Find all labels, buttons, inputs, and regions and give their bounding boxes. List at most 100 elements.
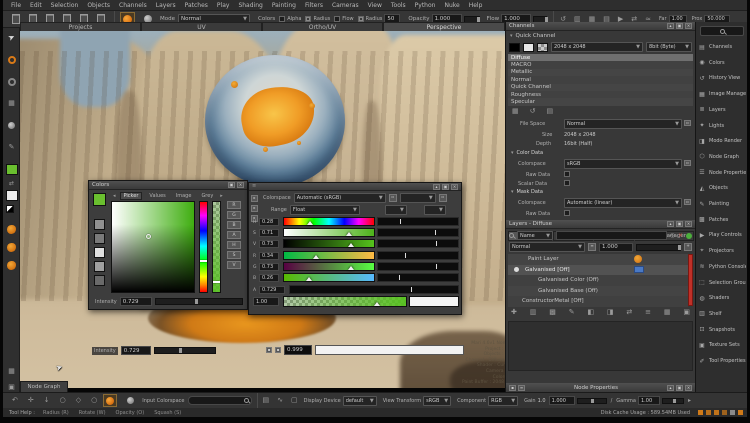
menu-patches[interactable]: Patches xyxy=(185,2,208,9)
merge-layer-icon[interactable]: ⇄ xyxy=(626,309,632,316)
active-brush-button[interactable] xyxy=(103,394,117,407)
v-field[interactable]: 0.73 xyxy=(259,240,279,248)
default-colors-icon[interactable] xyxy=(6,205,14,213)
channel-swatch-white[interactable] xyxy=(523,43,534,52)
close-icon[interactable]: × xyxy=(237,182,244,188)
paint-blob-icon-1[interactable] xyxy=(6,224,17,235)
floating-intensity-field[interactable]: 0.729 xyxy=(121,346,151,355)
close-icon[interactable]: × xyxy=(685,23,692,29)
colorspace-reset-icon[interactable]: ▫ xyxy=(439,194,447,202)
sidebar-item-tool-properties[interactable]: ✐Tool Properties xyxy=(698,354,746,368)
menu-play[interactable]: Play xyxy=(217,2,230,9)
layer-row-galvanised-color[interactable]: Galvanised Color (Off) xyxy=(508,275,688,286)
sidebar-item-selection-groups[interactable]: ⬚Selection Groups xyxy=(698,276,746,290)
h-slider[interactable] xyxy=(283,217,375,226)
adjustment-layer-icon[interactable]: ◨ xyxy=(607,309,614,316)
gamma-field[interactable]: 1.00 xyxy=(638,396,660,405)
layers-scrollbar[interactable] xyxy=(688,254,693,306)
blur-tool-icon[interactable] xyxy=(6,120,17,131)
file-space-dropdown[interactable]: Normal▼ xyxy=(564,119,682,129)
s-numeric-box[interactable] xyxy=(377,228,459,237)
display-device-dropdown[interactable]: default▼ xyxy=(343,396,377,406)
sidebar-item-node-graph[interactable]: ⬡Node Graph xyxy=(698,150,746,164)
sidebar-item-snapshots[interactable]: ⊡Snapshots xyxy=(698,323,746,337)
sidebar-item-lights[interactable]: ✦Lights xyxy=(698,119,746,133)
colors-palette-titlebar[interactable]: Colors ▣× xyxy=(89,181,247,190)
values-palette-titlebar[interactable]: ≡ ▴▣× xyxy=(249,183,461,191)
status-indicator-icon[interactable] xyxy=(698,410,703,415)
node-graph-tab[interactable]: Node Graph xyxy=(20,381,68,392)
swatch-value-field[interactable]: 1.00 xyxy=(253,297,279,306)
duplicate-layer-icon[interactable]: ▥ xyxy=(530,309,537,316)
add-layer-icon[interactable]: ✚ xyxy=(511,309,517,316)
layer-amount-slider[interactable] xyxy=(636,244,681,251)
saturation-value-picker[interactable] xyxy=(111,201,195,293)
paint-blob-icon-3[interactable] xyxy=(6,260,17,271)
layer-row-paint-layer[interactable]: Paint Layer xyxy=(508,254,688,265)
reset-display-icon[interactable]: ▸ xyxy=(688,398,691,404)
history-swatch[interactable] xyxy=(94,275,105,286)
blend-mode-dropdown[interactable]: Normal▼ xyxy=(509,242,585,252)
history-swatch[interactable] xyxy=(94,219,105,230)
curve-icon[interactable]: ∿ xyxy=(277,397,283,404)
sidebar-item-layers[interactable]: ≣Layers xyxy=(698,103,746,117)
close-icon[interactable]: × xyxy=(685,221,692,227)
channel-row-diffuse[interactable]: Diffuse xyxy=(508,54,693,61)
circle-tool-icon[interactable]: ○ xyxy=(60,397,66,404)
share-layer-icon[interactable]: ▦ xyxy=(664,309,671,316)
sidebar-item-shaders[interactable]: ◍Shaders xyxy=(698,291,746,305)
close-icon[interactable]: × xyxy=(685,385,692,391)
layer-row-galvanised-base[interactable]: Galvanised Base (Off) xyxy=(508,286,688,297)
input-colorspace-search[interactable] xyxy=(188,396,252,405)
sync-channel-icon[interactable]: ↺ xyxy=(530,108,536,115)
gamma-slider[interactable] xyxy=(662,398,684,404)
mask-layer-icon[interactable]: ◧ xyxy=(587,309,594,316)
float-icon[interactable]: ▴ xyxy=(667,385,674,391)
group-layer-icon[interactable]: ▩ xyxy=(549,309,556,316)
delete-layer-icon[interactable]: ▣ xyxy=(683,309,690,316)
transform-tool-icon[interactable] xyxy=(6,54,17,65)
sidebar-item-colors[interactable]: ◉Colors xyxy=(698,56,746,70)
colorspace-aux-dropdown[interactable]: ▼ xyxy=(400,193,436,203)
dock-icon[interactable]: ▣ xyxy=(676,23,683,29)
float-icon[interactable]: ▴ xyxy=(667,221,674,227)
side-button[interactable]: ▸ xyxy=(251,205,258,212)
channel-row-normal[interactable]: Normal xyxy=(508,76,693,83)
colorspace-dropdown[interactable]: Automatic (sRGB)▼ xyxy=(294,193,386,203)
menu-filters[interactable]: Filters xyxy=(305,2,323,9)
sidebar-item-projectors[interactable]: ⌖Projectors xyxy=(698,244,746,258)
component-r-button[interactable]: R xyxy=(227,201,241,209)
float-icon[interactable]: ▴ xyxy=(667,23,674,29)
tab-scroll-left-icon[interactable]: ◂ xyxy=(113,194,116,199)
floating-value-slider[interactable] xyxy=(315,345,464,355)
component-dropdown[interactable]: RGB▼ xyxy=(488,396,518,406)
menu-selection[interactable]: Selection xyxy=(51,2,79,9)
layer-row-constructormetal[interactable]: ConstructorMetal [Off] xyxy=(508,296,688,307)
b-numeric-box[interactable] xyxy=(377,273,459,282)
hue-slider[interactable] xyxy=(199,201,208,293)
close-icon[interactable]: × xyxy=(451,184,458,190)
range-dropdown[interactable]: Float▼ xyxy=(290,205,360,215)
colors-tab-image[interactable]: Image xyxy=(173,193,195,199)
quick-channel-row[interactable]: ▾ Quick Channel xyxy=(510,33,555,39)
remove-channel-icon[interactable]: ▤ xyxy=(547,108,554,115)
color-colorspace-dropdown[interactable]: sRGB▼ xyxy=(564,159,682,169)
history-swatch[interactable] xyxy=(94,261,105,272)
channel-depth-dropdown[interactable]: 8bit (Byte)▼ xyxy=(646,42,692,52)
component-a-button[interactable]: A xyxy=(227,231,241,239)
channel-row-macro[interactable]: MACRO xyxy=(508,61,693,68)
dock-icon[interactable]: ▣ xyxy=(676,385,683,391)
move-icon[interactable]: ✛ xyxy=(28,397,34,404)
r-numeric-box[interactable] xyxy=(377,251,459,260)
range-aux-dropdown[interactable]: ▼ xyxy=(385,205,407,215)
swap-colors-icon[interactable]: ⇄ xyxy=(6,178,17,189)
mask-colorspace-dropdown[interactable]: Automatic (linear)▼ xyxy=(564,198,682,208)
colors-tab-picker[interactable]: Picker xyxy=(120,192,143,200)
sidebar-item-node-properties[interactable]: ☰Node Properties xyxy=(698,166,746,180)
status-indicator-icon[interactable] xyxy=(714,410,719,415)
v-slider[interactable] xyxy=(283,239,375,248)
raw-data-checkbox[interactable] xyxy=(564,171,570,177)
mask-raw-data-checkbox[interactable] xyxy=(564,210,570,216)
colors-tab-values[interactable]: Values xyxy=(146,193,168,199)
s-field[interactable]: 0.71 xyxy=(259,229,279,237)
